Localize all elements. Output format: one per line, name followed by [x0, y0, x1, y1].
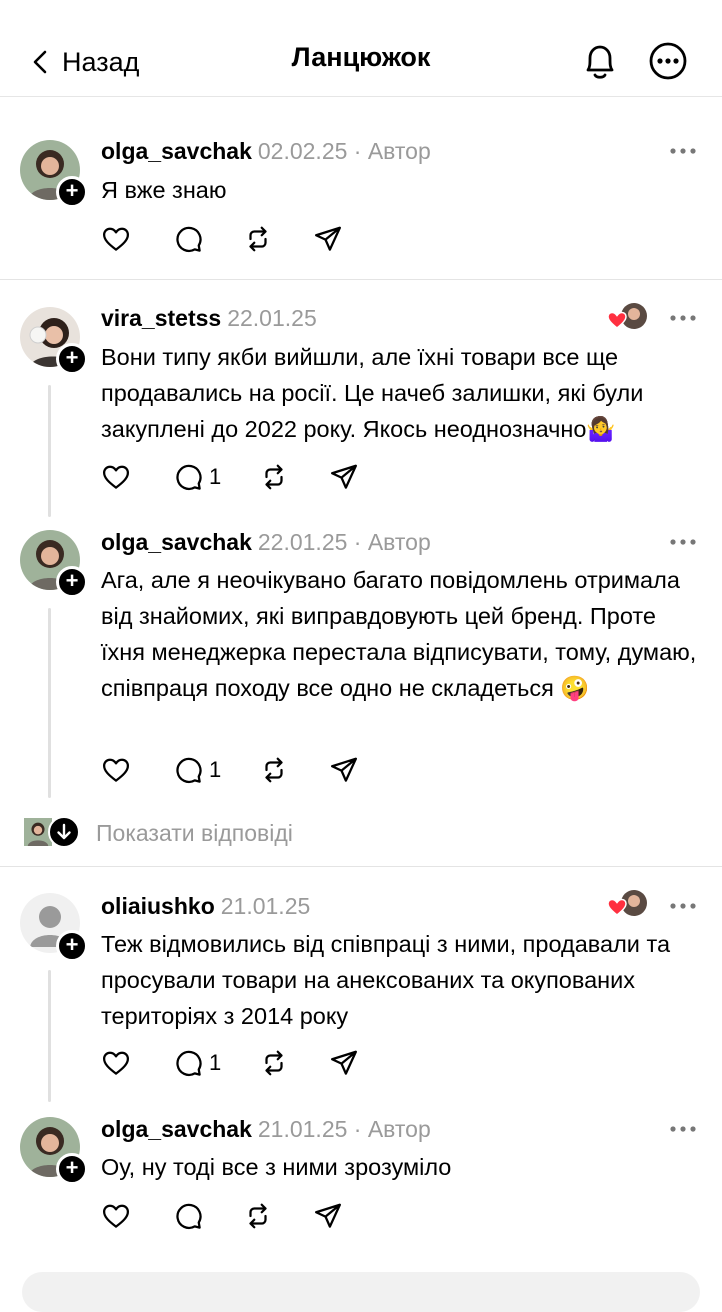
back-label: Назад: [62, 46, 140, 77]
share-button[interactable]: [329, 755, 359, 785]
top-bar: Назад Ланцюжок: [0, 0, 722, 97]
post-text: Теж відмовились від співпраці з ними, пр…: [101, 931, 671, 1029]
post-date: 02.02.25: [257, 138, 348, 164]
repost-button[interactable]: [259, 755, 289, 785]
send-icon: [313, 224, 343, 254]
like-button[interactable]: [101, 462, 131, 492]
reply-button[interactable]: 1: [173, 1048, 221, 1078]
follow-plus-icon[interactable]: +: [56, 566, 88, 598]
show-replies-label: Показати відповіді: [96, 820, 293, 846]
repost-button[interactable]: [259, 1048, 289, 1078]
share-button[interactable]: [329, 1048, 359, 1078]
bell-icon[interactable]: [580, 40, 620, 82]
divider: [0, 279, 722, 280]
reply-button[interactable]: [173, 224, 203, 254]
post-menu-icon[interactable]: [668, 313, 698, 323]
post-text: Вони типу якби вийшли, але їхні товари в…: [101, 344, 644, 442]
follow-plus-icon[interactable]: +: [56, 176, 88, 208]
reply-button[interactable]: 1: [173, 462, 221, 492]
like-button[interactable]: [101, 1048, 131, 1078]
post-text: Я вже знаю: [101, 177, 227, 203]
like-button[interactable]: [101, 755, 131, 785]
divider: [0, 866, 722, 867]
like-button[interactable]: [101, 1201, 131, 1231]
arrow-down-icon: [48, 816, 80, 848]
back-button[interactable]: Назад: [30, 42, 139, 82]
post-menu-icon[interactable]: [668, 1124, 698, 1134]
repost-button[interactable]: [243, 224, 273, 254]
reply-bubble-icon: [173, 462, 203, 492]
reply-count: 1: [209, 757, 222, 782]
post-date: 21.01.25: [257, 1116, 348, 1142]
repost-icon: [243, 1201, 273, 1231]
post-text: Оу, ну тоді все з ними зрозуміло: [101, 1154, 452, 1180]
share-button[interactable]: [313, 1201, 343, 1231]
username[interactable]: olga_savchak: [101, 138, 252, 164]
post-meta: olga_savchak 02.02.25 · Автор: [101, 138, 431, 165]
repost-button[interactable]: [259, 462, 289, 492]
author-tag: · Автор: [353, 529, 431, 555]
follow-plus-icon[interactable]: +: [56, 930, 88, 962]
reply-count: 1: [209, 1050, 222, 1075]
post-date: 22.01.25: [227, 305, 317, 331]
username[interactable]: vira_stetss: [101, 305, 221, 331]
post-meta: olga_savchak 22.01.25 · Автор: [101, 529, 431, 556]
author-tag: · Автор: [353, 138, 431, 164]
repost-icon: [259, 755, 289, 785]
post-date: 21.01.25: [220, 893, 311, 919]
post-date: 22.01.25: [257, 529, 348, 555]
reply-bubble-icon: [173, 755, 203, 785]
reply-composer[interactable]: [22, 1272, 700, 1312]
author-tag: · Автор: [353, 1116, 431, 1142]
reply-button[interactable]: 1: [173, 755, 221, 785]
reply-bubble-icon: [173, 224, 203, 254]
post-menu-icon[interactable]: [668, 537, 698, 547]
liked-by-author-icon: [607, 890, 647, 916]
like-button[interactable]: [101, 224, 131, 254]
post-menu-icon[interactable]: [668, 901, 698, 911]
reply-bubble-icon: [173, 1048, 203, 1078]
post-text: Ага, але я неочікувано багато повідомлен…: [101, 567, 697, 701]
send-icon: [313, 1201, 343, 1231]
post-menu-icon[interactable]: [668, 146, 698, 156]
username[interactable]: olga_savchak: [101, 1116, 252, 1142]
share-button[interactable]: [313, 224, 343, 254]
repost-icon: [259, 462, 289, 492]
thread-line: [48, 970, 51, 1102]
heart-icon: [101, 224, 131, 254]
reply-button[interactable]: [173, 1201, 203, 1231]
reply-count: 1: [209, 464, 222, 489]
send-icon: [329, 1048, 359, 1078]
thread-line: [48, 608, 51, 798]
reply-bubble-icon: [173, 1201, 203, 1231]
heart-icon: [101, 1201, 131, 1231]
share-button[interactable]: [329, 462, 359, 492]
repost-button[interactable]: [243, 1201, 273, 1231]
username[interactable]: oliaiushko: [101, 893, 215, 919]
follow-plus-icon[interactable]: +: [56, 343, 88, 375]
post-meta: vira_stetss 22.01.25: [101, 305, 317, 332]
post-meta: olga_savchak 21.01.25 · Автор: [101, 1116, 431, 1143]
repost-icon: [243, 224, 273, 254]
username[interactable]: olga_savchak: [101, 529, 252, 555]
thread-line: [48, 385, 51, 517]
send-icon: [329, 755, 359, 785]
heart-icon: [101, 755, 131, 785]
follow-plus-icon[interactable]: +: [56, 1153, 88, 1185]
more-options-icon[interactable]: [648, 40, 688, 82]
send-icon: [329, 462, 359, 492]
repost-icon: [259, 1048, 289, 1078]
heart-icon: [101, 462, 131, 492]
post-meta: oliaiushko 21.01.25: [101, 893, 310, 920]
liked-by-author-icon: [607, 303, 647, 329]
chevron-left-icon: [33, 50, 47, 74]
heart-icon: [101, 1048, 131, 1078]
